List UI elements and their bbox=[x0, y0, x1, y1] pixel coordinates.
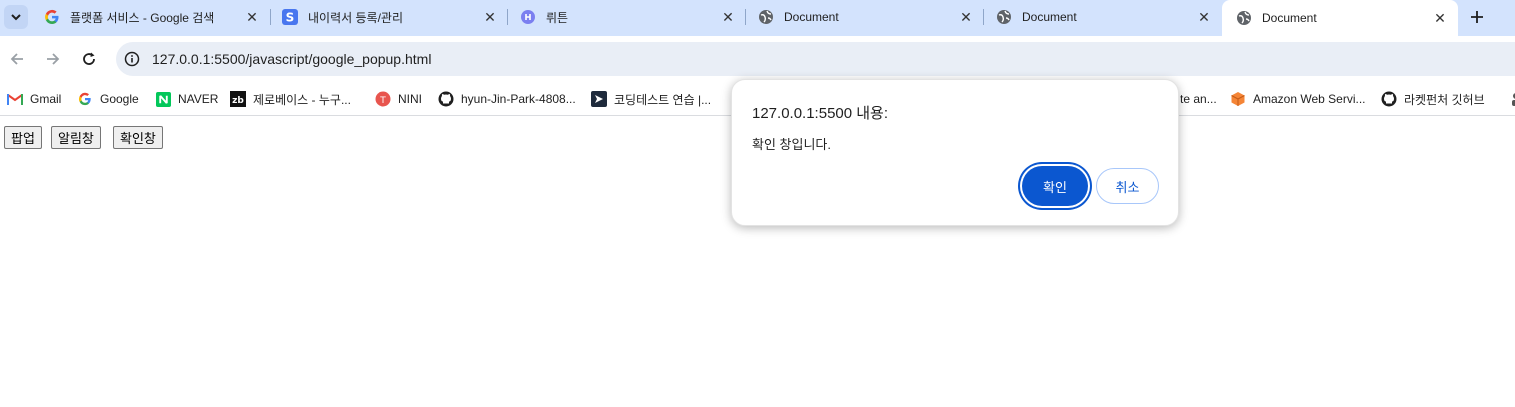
close-icon[interactable]: ✕ bbox=[1432, 10, 1448, 26]
bookmark-github-hyun[interactable]: hyun-Jin-Park-4808... bbox=[438, 88, 576, 110]
github-icon bbox=[1381, 91, 1397, 107]
naver-icon bbox=[155, 91, 171, 107]
programmers-icon bbox=[591, 91, 607, 107]
bookmark-naver[interactable]: NAVER bbox=[155, 88, 218, 110]
close-icon[interactable]: ✕ bbox=[1196, 9, 1212, 25]
globe-icon bbox=[1236, 10, 1252, 26]
svg-text:zb: zb bbox=[232, 96, 244, 106]
tab-resume[interactable]: S 내이력서 등록/관리 ✕ bbox=[268, 0, 508, 34]
cancel-button[interactable]: 취소 bbox=[1096, 168, 1159, 204]
chevron-down-icon bbox=[11, 14, 21, 21]
info-icon[interactable] bbox=[121, 48, 143, 70]
tab-google-search[interactable]: 플랫폼 서비스 - Google 검색 ✕ bbox=[30, 0, 270, 34]
tab-wrtn[interactable]: 뤼튼 ✕ bbox=[506, 0, 746, 34]
bookmark-label: Google bbox=[100, 92, 139, 106]
close-icon[interactable]: ✕ bbox=[720, 9, 736, 25]
tab-search-button[interactable] bbox=[4, 5, 28, 29]
tab-title: 내이력서 등록/관리 bbox=[308, 10, 403, 25]
bookmark-label: NINI bbox=[398, 92, 422, 106]
saramin-s-icon: S bbox=[282, 9, 298, 25]
bookmark-programmers[interactable]: 코딩테스트 연습 |... bbox=[591, 88, 711, 110]
bookmark-label: Gmail bbox=[30, 92, 62, 106]
zerobase-icon: zb bbox=[230, 91, 246, 107]
arrow-right-icon bbox=[47, 53, 60, 65]
bookmark-aws[interactable]: Amazon Web Servi... bbox=[1230, 88, 1366, 110]
confirm-dialog: 127.0.0.1:5500 내용: 확인 창입니다. 확인 취소 bbox=[731, 79, 1179, 226]
bookmark-label: 제로베이스 - 누구... bbox=[253, 92, 351, 107]
tab-title: 뤼튼 bbox=[546, 10, 569, 25]
bookmark-overflow[interactable] bbox=[1505, 88, 1515, 110]
tab-title: Document bbox=[784, 10, 839, 24]
address-bar[interactable]: 127.0.0.1:5500/javascript/google_popup.h… bbox=[116, 42, 1515, 76]
google-g-icon bbox=[44, 9, 60, 25]
bookmark-truncated[interactable]: te an... bbox=[1180, 88, 1217, 110]
close-icon[interactable]: ✕ bbox=[244, 9, 260, 25]
wrtn-icon bbox=[520, 9, 536, 25]
tab-title: Document bbox=[1022, 10, 1077, 24]
tab-document-active[interactable]: Document ✕ bbox=[1222, 0, 1458, 36]
svg-text:T: T bbox=[379, 96, 386, 106]
globe-icon bbox=[996, 9, 1012, 25]
alert-button[interactable]: 알림창 bbox=[51, 126, 101, 149]
bookmark-label: NAVER bbox=[178, 92, 219, 106]
nini-icon: T bbox=[375, 91, 391, 107]
person-icon bbox=[1505, 91, 1515, 107]
tab-document-2[interactable]: Document ✕ bbox=[982, 0, 1222, 34]
bookmark-label: 라켓펀처 깃허브 bbox=[1404, 92, 1485, 107]
url-text[interactable]: 127.0.0.1:5500/javascript/google_popup.h… bbox=[152, 51, 431, 67]
bookmark-google[interactable]: Google bbox=[77, 88, 139, 110]
bookmark-nini[interactable]: T NINI bbox=[375, 88, 422, 110]
forward-button[interactable] bbox=[41, 47, 65, 71]
tab-strip: 플랫폼 서비스 - Google 검색 ✕ S 내이력서 등록/관리 ✕ 뤼튼 … bbox=[0, 0, 1515, 36]
github-icon bbox=[438, 91, 454, 107]
svg-text:S: S bbox=[286, 11, 295, 25]
dialog-title: 127.0.0.1:5500 내용: bbox=[752, 105, 889, 122]
close-icon[interactable]: ✕ bbox=[482, 9, 498, 25]
confirm-button[interactable]: 확인창 bbox=[113, 126, 163, 149]
gmail-icon bbox=[7, 91, 23, 107]
dialog-message: 확인 창입니다. bbox=[752, 137, 831, 152]
tab-title: Document bbox=[1262, 11, 1317, 25]
google-g-icon bbox=[77, 91, 93, 107]
close-icon[interactable]: ✕ bbox=[958, 9, 974, 25]
aws-icon bbox=[1230, 91, 1246, 107]
bookmark-label: 코딩테스트 연습 |... bbox=[614, 92, 712, 107]
bookmark-zerobase[interactable]: zb 제로베이스 - 누구... bbox=[230, 88, 351, 110]
bookmark-gmail[interactable]: Gmail bbox=[7, 88, 61, 110]
ok-button[interactable]: 확인 bbox=[1022, 166, 1088, 206]
new-tab-button[interactable] bbox=[1465, 5, 1489, 29]
tab-document-1[interactable]: Document ✕ bbox=[744, 0, 984, 34]
globe-icon bbox=[758, 9, 774, 25]
tab-title: 플랫폼 서비스 - Google 검색 bbox=[70, 10, 215, 25]
plus-icon bbox=[1471, 11, 1483, 23]
reload-icon bbox=[83, 52, 95, 65]
bookmark-label: Amazon Web Servi... bbox=[1253, 92, 1366, 106]
bookmark-github-racket[interactable]: 라켓펀처 깃허브 bbox=[1381, 88, 1485, 110]
bookmark-label: te an... bbox=[1180, 92, 1217, 106]
browser-toolbar: 127.0.0.1:5500/javascript/google_popup.h… bbox=[0, 36, 1515, 82]
bookmark-label: hyun-Jin-Park-4808... bbox=[461, 92, 576, 106]
back-button[interactable] bbox=[5, 47, 29, 71]
arrow-left-icon bbox=[10, 53, 23, 65]
reload-button[interactable] bbox=[77, 47, 101, 71]
popup-button[interactable]: 팝업 bbox=[4, 126, 42, 149]
